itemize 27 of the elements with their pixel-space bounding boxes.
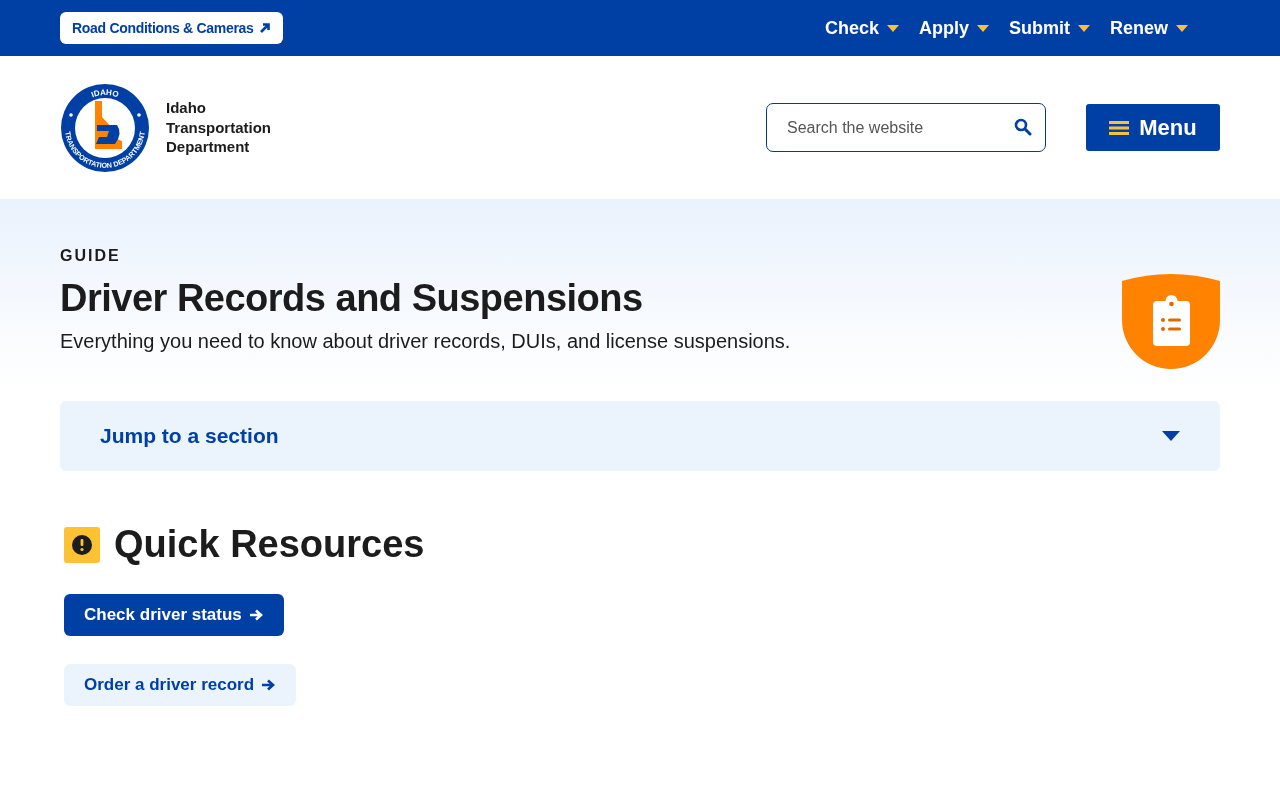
caret-icon [1176,24,1188,32]
caret-icon [1077,24,1090,32]
page-subtitle: Everything you need to know about driver records, DUIs, and license suspensions. [60,330,791,353]
caret-icon [1162,431,1180,441]
page-title: Driver Records and Suspensions [60,277,644,320]
agency-name: Idaho Transportation Department [166,98,271,157]
nav-dropdown[interactable]: Submit [1008,17,1090,39]
caret-icon [976,24,989,32]
arrow-right-icon [262,679,277,691]
search-field[interactable]: Search the website [766,103,1046,152]
nav-dropdown[interactable]: Check [824,17,899,39]
nav-dropdown[interactable]: Apply [918,17,989,39]
search-icon[interactable] [1014,118,1032,136]
alert-icon [64,526,100,563]
arrow-right-icon [249,609,264,621]
resource-link-button[interactable]: Order a driver record [64,664,297,706]
section-heading: Quick Resources [114,523,425,566]
menu-icon [1109,119,1130,136]
resource-link-button[interactable]: Check driver status [64,594,284,636]
caret-icon [886,24,899,32]
jump-to-section-dropdown[interactable]: Jump to a section [60,401,1220,471]
clipboard-shield-icon [1122,273,1220,369]
eyebrow-label: GUIDE [60,247,122,265]
road-conditions-link[interactable]: Road Conditions & Cameras [60,12,283,44]
nav-dropdown[interactable]: Renew [1109,17,1188,39]
menu-button[interactable]: Menu [1086,104,1220,151]
external-arrow-icon [258,22,271,34]
